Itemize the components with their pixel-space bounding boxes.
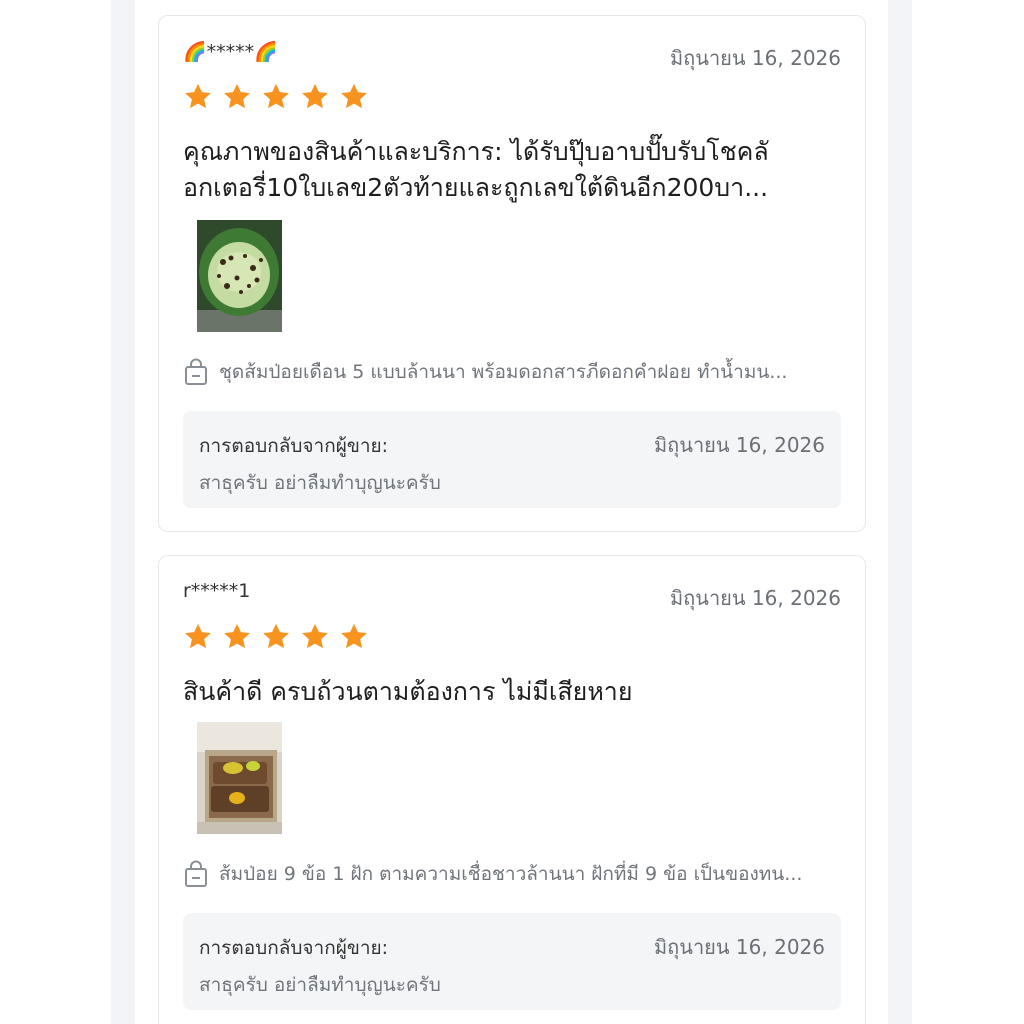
product-name: ส้มป่อย 9 ข้อ 1 ฝัก ตามความเชื่อชาวล้านน… bbox=[219, 863, 803, 885]
review-text-line: สินค้าดี ครบถ้วนตามต้องการ ไม่มีเสียหาย bbox=[183, 677, 633, 706]
seller-reply-text: สาธุครับ อย่าลืมทำบุญนะครับ bbox=[199, 472, 441, 494]
review-text-line: คุณภาพของสินค้าและบริการ: ได้รับปุ๊บอาบป… bbox=[183, 137, 769, 166]
page-gutter-right bbox=[888, 0, 912, 1024]
star-icon bbox=[263, 83, 289, 109]
star-icon bbox=[341, 83, 367, 109]
purchased-product[interactable]: ส้มป่อย 9 ข้อ 1 ฝัก ตามความเชื่อชาวล้านน… bbox=[183, 858, 841, 890]
star-icon bbox=[224, 623, 250, 649]
photo-thumbnail-icon bbox=[197, 220, 282, 332]
seller-reply: การตอบกลับจากผู้ขาย: มิถุนายน 16, 2026 ส… bbox=[183, 411, 841, 508]
reviewer-name: r*****1 bbox=[183, 580, 251, 602]
purchased-product[interactable]: ชุดส้มป่อยเดือน 5 แบบล้านนา พร้อมดอกสารภ… bbox=[183, 356, 841, 388]
star-icon bbox=[302, 623, 328, 649]
page-gutter-left bbox=[111, 0, 135, 1024]
review-photo-thumbnail[interactable] bbox=[197, 722, 282, 834]
review-header: r*****1 มิถุนายน 16, 2026 bbox=[183, 580, 841, 610]
star-rating bbox=[183, 622, 369, 654]
review-text: คุณภาพของสินค้าและบริการ: ได้รับปุ๊บอาบป… bbox=[183, 134, 841, 208]
review-card: 🌈*****🌈 มิถุนายน 16, 2026 คุณภาพของสินค้… bbox=[158, 15, 866, 532]
seller-reply-label: การตอบกลับจากผู้ขาย: bbox=[199, 435, 389, 457]
star-icon bbox=[185, 83, 211, 109]
star-icon bbox=[185, 623, 211, 649]
shopping-bag-icon bbox=[185, 358, 207, 385]
reviewer-name: 🌈*****🌈 bbox=[183, 41, 278, 63]
star-icon bbox=[263, 623, 289, 649]
seller-reply-date: มิถุนายน 16, 2026 bbox=[653, 433, 825, 457]
photo-thumbnail-icon bbox=[197, 722, 282, 834]
review-date: มิถุนายน 16, 2026 bbox=[669, 46, 841, 70]
review-text-line: อกเตอรี่10ใบเลข2ตัวท้ายและถูกเลขใต้ดินอี… bbox=[183, 173, 769, 202]
seller-reply-text: สาธุครับ อย่าลืมทำบุญนะครับ bbox=[199, 974, 441, 996]
product-name: ชุดส้มป่อยเดือน 5 แบบล้านนา พร้อมดอกสารภ… bbox=[219, 361, 788, 383]
review-header: 🌈*****🌈 มิถุนายน 16, 2026 bbox=[183, 40, 841, 70]
review-date: มิถุนายน 16, 2026 bbox=[669, 586, 841, 610]
star-icon bbox=[224, 83, 250, 109]
review-text: สินค้าดี ครบถ้วนตามต้องการ ไม่มีเสียหาย bbox=[183, 674, 841, 714]
shopping-bag-icon bbox=[185, 860, 207, 887]
seller-reply-date: มิถุนายน 16, 2026 bbox=[653, 935, 825, 959]
seller-reply-label: การตอบกลับจากผู้ขาย: bbox=[199, 937, 389, 959]
star-rating bbox=[183, 82, 369, 114]
seller-reply: การตอบกลับจากผู้ขาย: มิถุนายน 16, 2026 ส… bbox=[183, 913, 841, 1010]
star-icon bbox=[302, 83, 328, 109]
star-icon bbox=[341, 623, 367, 649]
review-card: r*****1 มิถุนายน 16, 2026 สินค้าดี ครบถ้… bbox=[158, 555, 866, 1024]
review-photo-thumbnail[interactable] bbox=[197, 220, 282, 332]
